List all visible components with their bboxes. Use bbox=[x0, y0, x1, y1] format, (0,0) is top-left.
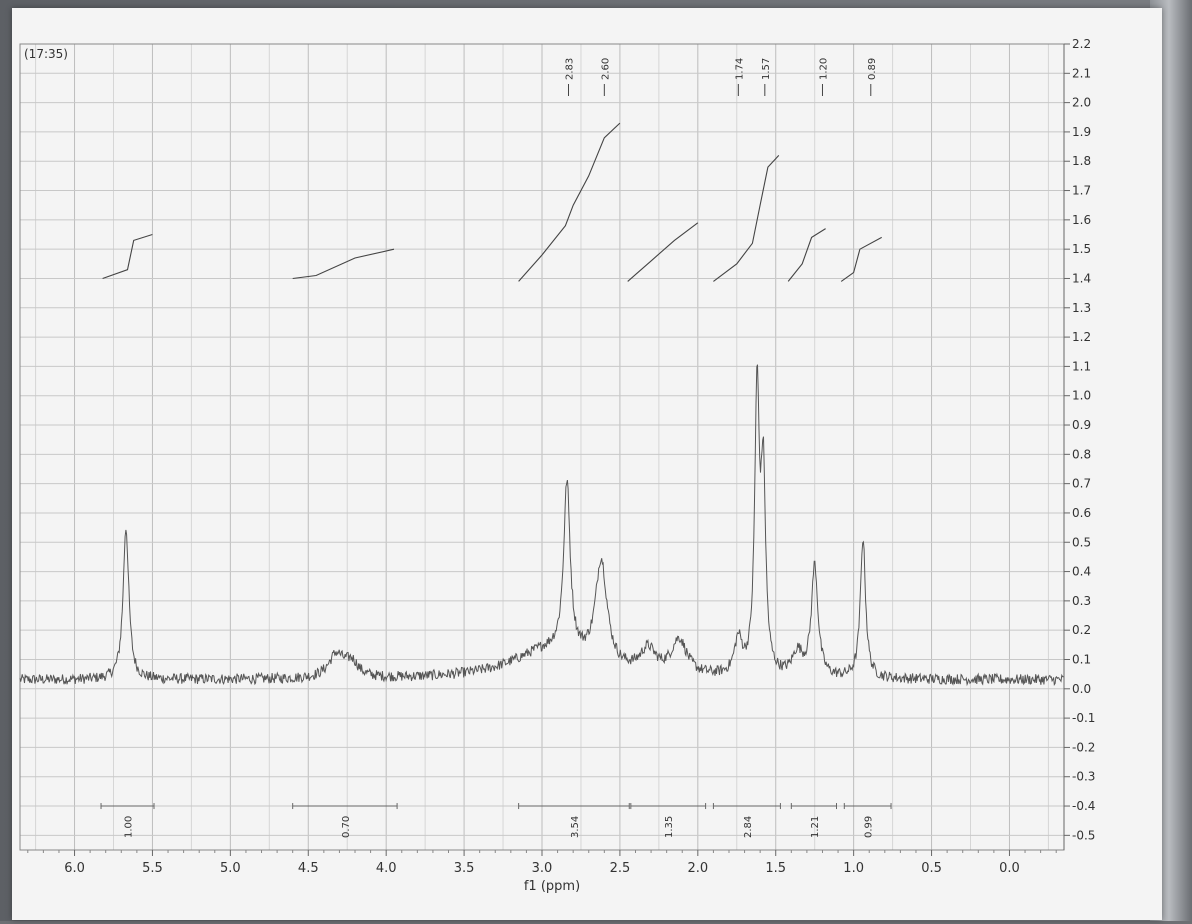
x-axis-label: f1 (ppm) bbox=[524, 879, 580, 894]
y-tick-label: 0.1 bbox=[1072, 652, 1091, 666]
integral-curve bbox=[518, 122, 621, 282]
x-tick-label: 0.0 bbox=[999, 861, 1020, 876]
time-label: (17:35) bbox=[24, 47, 68, 61]
x-tick-label: 6.0 bbox=[64, 861, 85, 876]
y-tick-label: 0.5 bbox=[1072, 535, 1091, 549]
nmr-spectrum-chart: (17:35) 2.83 2.60 1.74 1.57 1.20 0.89 1.00 0.7… bbox=[19, 37, 1095, 894]
y-tick-label: 1.3 bbox=[1072, 301, 1091, 315]
x-tick-label: 5.5 bbox=[142, 861, 163, 876]
y-tick-label: 0.4 bbox=[1072, 565, 1091, 579]
y-tick-label: 1.8 bbox=[1072, 154, 1091, 168]
peak-label: 1.74 bbox=[734, 58, 745, 80]
y-tick-label: 0.7 bbox=[1072, 477, 1091, 491]
x-tick-label: 4.5 bbox=[298, 861, 319, 876]
integral-curve bbox=[787, 228, 826, 282]
peak-labels: 2.83 2.60 1.74 1.57 1.20 0.89 bbox=[564, 58, 878, 96]
peak-label: 0.89 bbox=[867, 58, 878, 80]
x-tick-label: 1.0 bbox=[843, 861, 864, 876]
y-tick-label: 2.2 bbox=[1072, 37, 1091, 51]
integral-value: 1.00 bbox=[124, 816, 135, 838]
y-tick-label: 1.1 bbox=[1072, 359, 1091, 373]
x-tick-label: 5.0 bbox=[220, 861, 241, 876]
x-tick-label: 4.0 bbox=[376, 861, 397, 876]
y-tick-label: 0.3 bbox=[1072, 594, 1091, 608]
integral-value: 0.70 bbox=[341, 816, 352, 838]
grid-lines bbox=[20, 43, 1064, 850]
integral-curve bbox=[102, 233, 153, 280]
y-tick-label: 1.6 bbox=[1072, 213, 1091, 227]
y-tick-label: 0.8 bbox=[1072, 447, 1091, 461]
integral-value: 2.84 bbox=[743, 816, 754, 838]
integral-curve bbox=[627, 222, 699, 282]
integral-value: 1.35 bbox=[664, 816, 675, 838]
y-tick-label: 0.0 bbox=[1072, 682, 1091, 696]
y-tick-label: 0.9 bbox=[1072, 418, 1091, 432]
peak-label: 1.57 bbox=[761, 58, 772, 80]
y-tick-label: -0.4 bbox=[1072, 799, 1095, 813]
x-tick-label: 1.5 bbox=[765, 861, 786, 876]
printed-spectrum-sheet: (17:35) 2.83 2.60 1.74 1.57 1.20 0.89 1.00 0.7… bbox=[12, 8, 1162, 920]
y-tick-label: 1.7 bbox=[1072, 184, 1091, 198]
y-tick-label: 1.5 bbox=[1072, 242, 1091, 256]
integral-curve bbox=[840, 236, 882, 282]
x-tick-label: 0.5 bbox=[921, 861, 942, 876]
y-axis: 2.2 2.1 2.0 1.9 1.8 1.7 1.6 1.5 1.4 1.3 1.2 1.1 1.0 0… bbox=[1063, 37, 1095, 850]
x-tick-label: 3.0 bbox=[532, 861, 553, 876]
y-tick-label: 0.2 bbox=[1072, 623, 1091, 637]
y-tick-label: 0.6 bbox=[1072, 506, 1091, 520]
peak-label: 2.83 bbox=[564, 58, 575, 80]
y-tick-label: 2.1 bbox=[1072, 66, 1091, 80]
y-tick-label: -0.5 bbox=[1072, 828, 1095, 842]
x-axis: 6.0 5.5 5.0 4.5 4.0 3.5 3.0 2.5 2.0 1.5 1.0 0.5 0.0 bbox=[27, 850, 1057, 876]
y-tick-label: 1.4 bbox=[1072, 271, 1091, 285]
integral-value: 0.99 bbox=[864, 816, 875, 838]
y-tick-label: -0.3 bbox=[1072, 770, 1095, 784]
y-tick-label: 1.0 bbox=[1072, 389, 1091, 403]
y-tick-label: 1.2 bbox=[1072, 330, 1091, 344]
integral-curves bbox=[102, 122, 882, 282]
peak-label: 2.60 bbox=[600, 58, 611, 80]
x-tick-label: 2.0 bbox=[687, 861, 708, 876]
x-tick-label: 3.5 bbox=[454, 861, 475, 876]
integral-brackets: 1.00 0.70 3.54 1.35 2.84 1.21 0.99 bbox=[100, 803, 892, 838]
y-tick-label: 1.9 bbox=[1072, 125, 1091, 139]
y-tick-label: -0.2 bbox=[1072, 740, 1095, 754]
integral-value: 1.21 bbox=[810, 816, 821, 838]
y-tick-label: 2.0 bbox=[1072, 96, 1091, 110]
peak-label: 1.20 bbox=[818, 58, 829, 80]
integral-value: 3.54 bbox=[570, 816, 581, 838]
integral-curve bbox=[713, 155, 780, 282]
y-tick-label: -0.1 bbox=[1072, 711, 1095, 725]
x-tick-label: 2.5 bbox=[610, 861, 631, 876]
